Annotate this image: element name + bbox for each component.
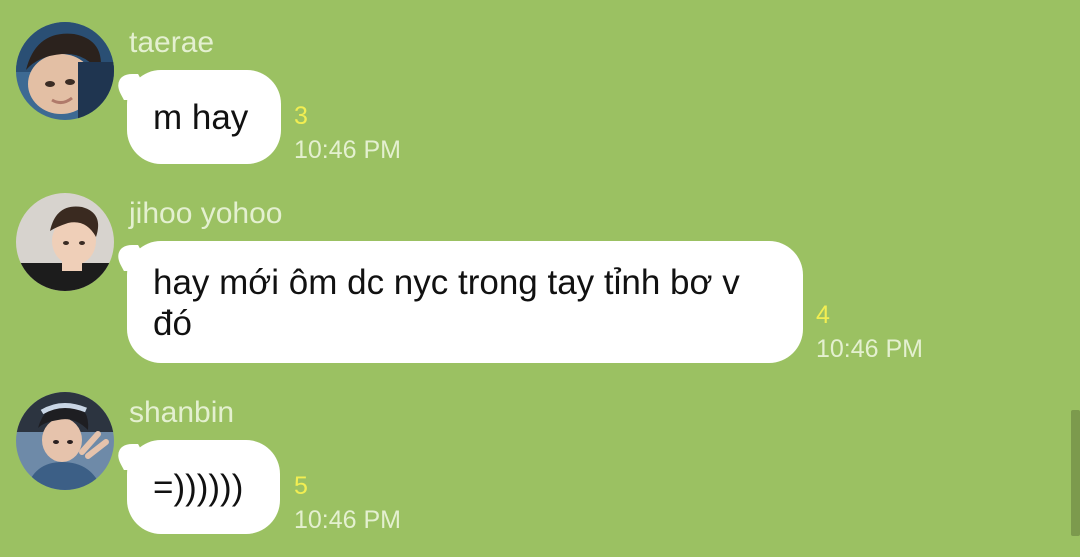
avatar[interactable] [16,392,114,490]
message-item: shanbin =)))))) 5 10:46 PM [0,0,1080,557]
avatar-image [16,392,114,490]
scrollbar-thumb[interactable] [1071,410,1080,536]
message-bubble[interactable]: =)))))) [127,440,280,534]
chat-message-list[interactable]: taerae m hay 3 10:46 PM jihoo yohoo hay … [0,0,1080,557]
sender-name: shanbin [129,396,235,429]
unread-count: 5 [294,472,308,500]
message-text: =)))))) [153,468,244,507]
message-timestamp: 10:46 PM [294,506,402,534]
